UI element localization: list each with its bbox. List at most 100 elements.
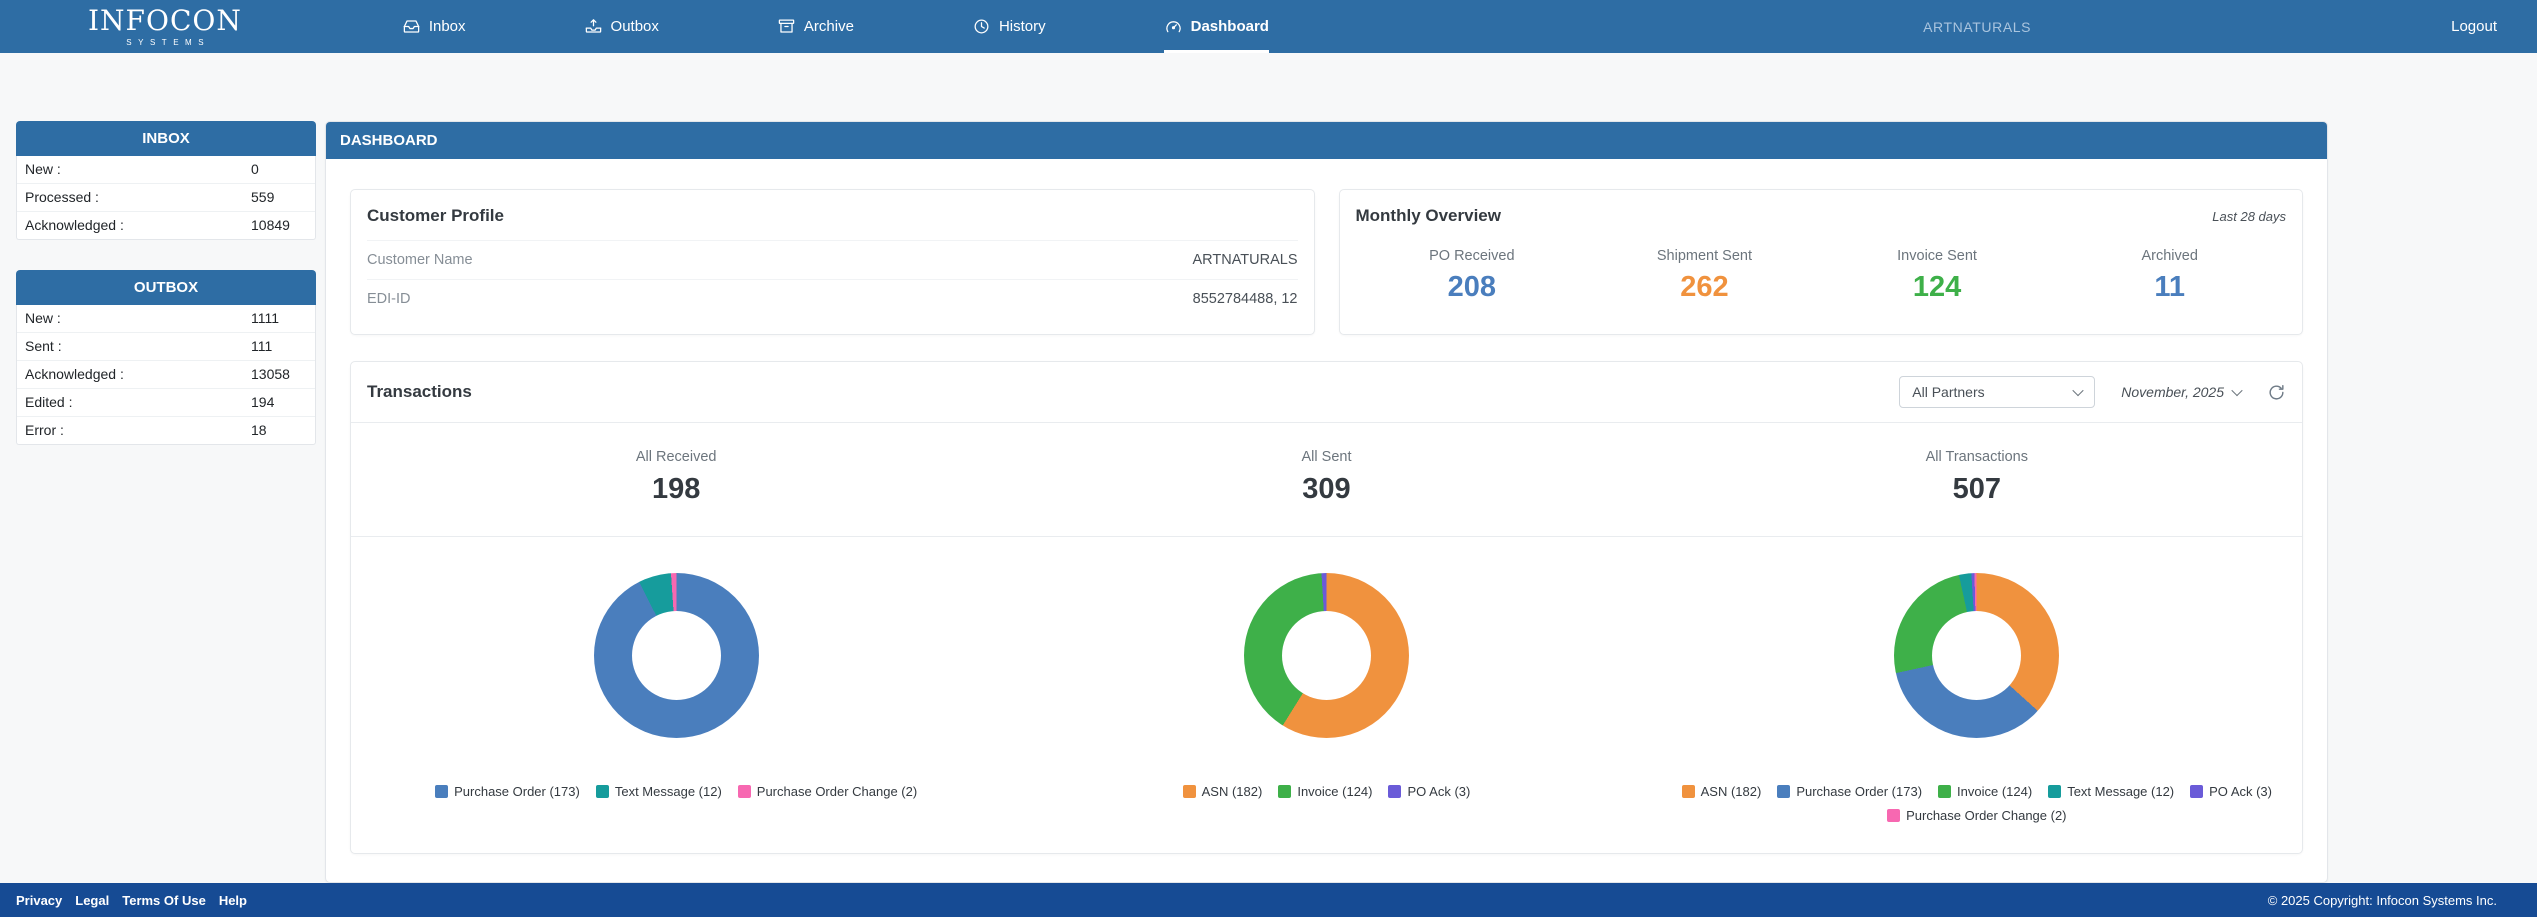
nav-item-label: Inbox (428, 18, 466, 35)
donut-chart[interactable] (1894, 573, 2060, 738)
chart-legend: ASN (182) Purchase Order (173) Invoice (12… (1657, 784, 2297, 823)
summary-row: Processed : 559 (17, 184, 315, 212)
legend-label: ASN (182) (1700, 784, 1762, 799)
inbox-icon (403, 20, 420, 33)
logout-button[interactable]: Logout (2451, 18, 2497, 35)
nav-item-label: History (998, 18, 1046, 35)
brand-logo[interactable]: INFOCON SYSTEMS (88, 0, 242, 53)
footer-link-legal[interactable]: Legal (75, 893, 109, 908)
sidebar: INBOX New : 0 Processed : 559 Acknowledged :… (16, 121, 316, 445)
nav-item-dashboard[interactable]: Dashboard (1163, 0, 1269, 53)
month-select[interactable]: November, 2025 (2121, 384, 2243, 400)
overview-stat-label: PO Received (1429, 248, 1515, 264)
profile-row: EDI-ID 8552784488, 12 (367, 279, 1298, 318)
summary-row-value: 0 (251, 161, 259, 177)
chart-column: ASN (182) Invoice (124) PO Ack (3) (1001, 573, 1651, 823)
top-navbar: INFOCON SYSTEMS Inbox Outbox Archive Histor… (0, 0, 2537, 53)
transactions-total-value: 309 (1302, 473, 1351, 505)
overview-stat: Archived 11 (2053, 248, 2286, 304)
legend-item[interactable]: Purchase Order Change (2) (737, 784, 918, 799)
refresh-icon[interactable] (2267, 383, 2286, 402)
donut-chart[interactable] (593, 573, 759, 738)
legend-item[interactable]: Purchase Order (173) (1777, 784, 1922, 799)
nav-item-outbox[interactable]: Outbox (584, 0, 659, 53)
legend-item[interactable]: Invoice (124) (1938, 784, 2032, 799)
dashboard-icon (1165, 21, 1181, 33)
legend-label: Purchase Order Change (2) (1906, 808, 2067, 823)
transactions-title: Transactions (367, 382, 472, 401)
overview-period-label: Last 28 days (2212, 209, 2286, 224)
nav-item-inbox[interactable]: Inbox (402, 0, 466, 53)
legend-label: Purchase Order Change (2) (756, 784, 918, 799)
legend-swatch (1681, 785, 1695, 798)
archive-icon (778, 19, 795, 33)
legend-item[interactable]: Text Message (12) (595, 784, 722, 799)
chart-column: ASN (182) Purchase Order (173) Invoice (12… (1652, 573, 2302, 823)
nav-item-history[interactable]: History (972, 0, 1046, 53)
legend-swatch (1388, 785, 1402, 798)
profile-row-value: ARTNATURALS (1192, 252, 1298, 268)
summary-row-label: Acknowledged : (25, 366, 124, 382)
overview-stat-label: Invoice Sent (1897, 248, 1977, 264)
overview-stat-value: 11 (2154, 271, 2186, 303)
brand-name: INFOCON (88, 3, 242, 37)
partner-select[interactable]: All Partners (1899, 376, 2096, 408)
overview-stat: PO Received 208 (1356, 248, 1589, 304)
legend-item[interactable]: Purchase Order (173) (435, 784, 580, 799)
summary-row-label: Processed : (25, 189, 99, 205)
nav-item-label: Outbox (610, 18, 659, 35)
donut-chart[interactable] (1243, 573, 1409, 738)
legend-swatch (1777, 785, 1791, 798)
brand-subname: SYSTEMS (126, 37, 211, 47)
transactions-header: Transactions All Partners November, 2025 (351, 362, 2302, 423)
legend-swatch (435, 785, 449, 798)
monthly-overview-title: Monthly Overview (1355, 206, 1501, 225)
legend-item[interactable]: PO Ack (3) (2190, 784, 2272, 799)
legend-swatch (1278, 785, 1292, 798)
account-name: ARTNATURALS (1923, 18, 2032, 35)
history-icon (974, 19, 989, 34)
chevron-down-icon (2231, 384, 2243, 397)
legend-item[interactable]: ASN (182) (1182, 784, 1262, 799)
legend-label: Purchase Order (173) (454, 784, 580, 799)
legend-swatch (1938, 785, 1952, 798)
profile-row-label: EDI-ID (367, 291, 411, 307)
inbox-summary-rows: New : 0 Processed : 559 Acknowledged : 10849 (16, 156, 316, 240)
transactions-total-label: All Received (635, 449, 717, 465)
customer-profile-title: Customer Profile (367, 206, 504, 225)
customer-profile-rows: Customer Name ARTNATURALS EDI-ID 8552784488… (367, 240, 1298, 318)
summary-row-value: 10849 (251, 217, 290, 233)
legend-item[interactable]: ASN (182) (1681, 784, 1762, 799)
inbox-summary-panel: INBOX New : 0 Processed : 559 Acknowledged :… (16, 121, 316, 240)
outbox-icon (585, 19, 601, 33)
transactions-controls: All Partners November, 2025 (1899, 376, 2286, 408)
footer-link-terms-of-use[interactable]: Terms Of Use (122, 893, 206, 908)
monthly-overview-stats: PO Received 208 Shipment Sent 262 Invoice Se… (1356, 248, 2287, 304)
footer-link-privacy[interactable]: Privacy (16, 893, 62, 908)
chart-column: Purchase Order (173) Text Message (12) Pur… (351, 573, 1001, 823)
legend-swatch (737, 785, 751, 798)
overview-stat-value: 208 (1447, 271, 1496, 303)
summary-row: New : 1111 (17, 305, 315, 333)
legend-item[interactable]: PO Ack (3) (1388, 784, 1470, 799)
summary-row-value: 111 (251, 338, 273, 354)
transactions-total-label: All Transactions (1925, 449, 2028, 465)
legend-item[interactable]: Purchase Order Change (2) (1887, 808, 2067, 823)
dashboard-panel: DASHBOARD Customer Profile Customer Name… (325, 121, 2328, 883)
page-layout: INBOX New : 0 Processed : 559 Acknowledged :… (16, 121, 2328, 883)
monthly-overview-card: Monthly Overview Last 28 days PO Receive… (1338, 189, 2303, 335)
nav-item-archive[interactable]: Archive (777, 0, 854, 53)
main-nav: Inbox Outbox Archive History Dashboard (402, 0, 1269, 53)
legend-item[interactable]: Invoice (124) (1278, 784, 1372, 799)
inbox-panel-title: INBOX (16, 121, 316, 156)
summary-row-label: Acknowledged : (25, 217, 124, 233)
summary-row-value: 13058 (251, 366, 290, 382)
footer: Privacy Legal Terms Of Use Help © 2025 Copy… (0, 883, 2537, 917)
legend-label: Text Message (12) (2067, 784, 2175, 799)
summary-row-label: New : (25, 161, 61, 177)
customer-profile-card: Customer Profile Customer Name ARTNATURAL… (350, 189, 1315, 335)
overview-stat-value: 262 (1680, 271, 1729, 303)
profile-row-label: Customer Name (367, 252, 473, 268)
footer-link-help[interactable]: Help (219, 893, 247, 908)
legend-item[interactable]: Text Message (12) (2048, 784, 2174, 799)
